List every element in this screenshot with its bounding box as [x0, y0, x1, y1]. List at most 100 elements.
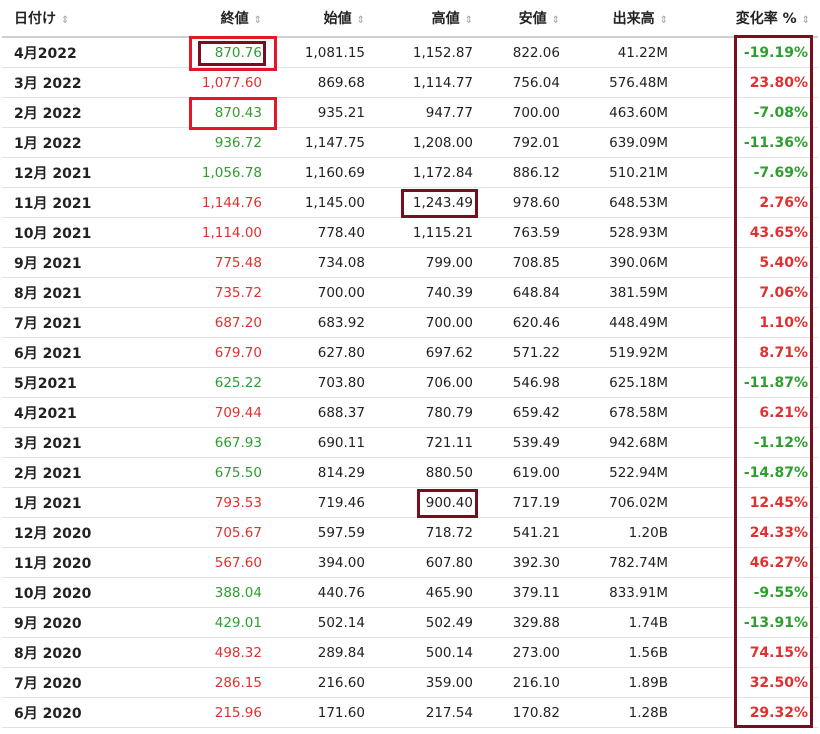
cell-change: -14.87% — [676, 457, 818, 488]
cell-date: 1月 2022 — [2, 127, 167, 158]
cell-high: 799.00 — [373, 247, 481, 278]
cell-volume: 510.21M — [568, 157, 676, 188]
table-row: 7月 2020 286.15 216.60 359.00 216.10 1.89B 32.5… — [2, 667, 818, 698]
sort-icon: ⇕ — [464, 15, 473, 26]
cell-close: 1,056.78 — [167, 157, 270, 188]
cell-volume: 625.18M — [568, 367, 676, 398]
cell-date: 12月 2021 — [2, 157, 167, 188]
cell-volume: 678.58M — [568, 397, 676, 428]
cell-date: 8月 2020 — [2, 637, 167, 668]
table-row: 2月 2022 870.43 935.21 947.77 700.00 463.60M -7… — [2, 97, 818, 128]
cell-date: 8月 2021 — [2, 277, 167, 308]
cell-open: 683.92 — [270, 307, 373, 338]
table-row: 3月 2021 667.93 690.11 721.11 539.49 942.68M -1… — [2, 427, 818, 458]
table-row: 4月2021 709.44 688.37 780.79 659.42 678.58M 6.2… — [2, 397, 818, 428]
cell-low: 546.98 — [481, 367, 568, 398]
cell-close: 429.01 — [167, 607, 270, 638]
cell-volume: 463.60M — [568, 97, 676, 128]
cell-open: 869.68 — [270, 67, 373, 98]
cell-high: 465.90 — [373, 577, 481, 608]
cell-high: 1,208.00 — [373, 127, 481, 158]
header-close[interactable]: 終値 ⇕ — [167, 0, 270, 38]
header-change[interactable]: 変化率 % ⇕ — [676, 0, 818, 38]
cell-open: 1,147.75 — [270, 127, 373, 158]
cell-low: 792.01 — [481, 127, 568, 158]
table-row: 7月 2021 687.20 683.92 700.00 620.46 448.49M 1.… — [2, 307, 818, 338]
cell-close: 870.76 — [167, 37, 270, 68]
cell-close: 870.43 — [167, 97, 270, 128]
cell-open: 216.60 — [270, 667, 373, 698]
cell-date: 5月2021 — [2, 367, 167, 398]
cell-open: 719.46 — [270, 487, 373, 518]
cell-close: 679.70 — [167, 337, 270, 368]
table-row: 1月 2022 936.72 1,147.75 1,208.00 792.01 639.0… — [2, 127, 818, 158]
cell-change: -7.08% — [676, 97, 818, 128]
cell-low: 539.49 — [481, 427, 568, 458]
cell-low: 886.12 — [481, 157, 568, 188]
cell-low: 329.88 — [481, 607, 568, 638]
cell-date: 6月 2020 — [2, 697, 167, 728]
cell-low: 659.42 — [481, 397, 568, 428]
cell-change: 43.65% — [676, 217, 818, 248]
cell-low: 978.60 — [481, 187, 568, 218]
cell-high: 1,152.87 — [373, 37, 481, 68]
cell-high: 721.11 — [373, 427, 481, 458]
cell-close: 735.72 — [167, 277, 270, 308]
cell-change: 29.32% — [676, 697, 818, 728]
cell-low: 717.19 — [481, 487, 568, 518]
cell-change: -1.12% — [676, 427, 818, 458]
cell-change: 8.71% — [676, 337, 818, 368]
cell-volume: 528.93M — [568, 217, 676, 248]
table-row: 12月 2021 1,056.78 1,160.69 1,172.84 886.12 51… — [2, 157, 818, 188]
cell-volume: 576.48M — [568, 67, 676, 98]
header-high[interactable]: 高値 ⇕ — [373, 0, 481, 38]
cell-close: 625.22 — [167, 367, 270, 398]
cell-date: 10月 2021 — [2, 217, 167, 248]
cell-low: 541.21 — [481, 517, 568, 548]
cell-change: 2.76% — [676, 187, 818, 218]
cell-high: 500.14 — [373, 637, 481, 668]
cell-change: -11.87% — [676, 367, 818, 398]
table-row: 11月 2021 1,144.76 1,145.00 1,243.49 978.60 64… — [2, 187, 818, 218]
cell-low: 700.00 — [481, 97, 568, 128]
cell-high: 900.40 — [373, 487, 481, 518]
cell-open: 700.00 — [270, 277, 373, 308]
cell-date: 3月 2021 — [2, 427, 167, 458]
cell-low: 620.46 — [481, 307, 568, 338]
cell-high: 607.80 — [373, 547, 481, 578]
cell-high: 780.79 — [373, 397, 481, 428]
table-row: 5月2021 625.22 703.80 706.00 546.98 625.18M -11… — [2, 367, 818, 398]
table-row: 3月 2022 1,077.60 869.68 1,114.77 756.04 576.4… — [2, 67, 818, 98]
table-row: 10月 2021 1,114.00 778.40 1,115.21 763.59 528.… — [2, 217, 818, 248]
cell-date: 7月 2020 — [2, 667, 167, 698]
table-row: 2月 2021 675.50 814.29 880.50 619.00 522.94M -1… — [2, 457, 818, 488]
cell-date: 3月 2022 — [2, 67, 167, 98]
cell-volume: 1.20B — [568, 517, 676, 548]
sort-icon: ⇕ — [659, 15, 668, 26]
cell-open: 688.37 — [270, 397, 373, 428]
header-open[interactable]: 始値 ⇕ — [270, 0, 373, 38]
cell-open: 171.60 — [270, 697, 373, 728]
cell-date: 1月 2021 — [2, 487, 167, 518]
cell-high: 718.72 — [373, 517, 481, 548]
cell-change: 74.15% — [676, 637, 818, 668]
cell-change: 1.10% — [676, 307, 818, 338]
cell-low: 648.84 — [481, 277, 568, 308]
cell-open: 703.80 — [270, 367, 373, 398]
cell-high: 359.00 — [373, 667, 481, 698]
header-low[interactable]: 安値 ⇕ — [481, 0, 568, 38]
table-row: 1月 2021 793.53 719.46 900.40 717.19 706.02M 12… — [2, 487, 818, 518]
cell-high: 502.49 — [373, 607, 481, 638]
cell-change: -7.69% — [676, 157, 818, 188]
cell-close: 1,144.76 — [167, 187, 270, 218]
table-row: 9月 2020 429.01 502.14 502.49 329.88 1.74B -13.… — [2, 607, 818, 638]
header-date[interactable]: 日付け ⇕ — [2, 0, 167, 38]
header-volume[interactable]: 出来高 ⇕ — [568, 0, 676, 38]
cell-volume: 639.09M — [568, 127, 676, 158]
cell-low: 170.82 — [481, 697, 568, 728]
cell-date: 2月 2022 — [2, 97, 167, 128]
cell-change: -13.91% — [676, 607, 818, 638]
cell-volume: 390.06M — [568, 247, 676, 278]
cell-date: 10月 2020 — [2, 577, 167, 608]
price-history-table: 日付け ⇕ 終値 ⇕ 始値 ⇕ 高値 ⇕ 安値 ⇕ 出来高 ⇕ 変化率 % ⇕ 4月2022 8… — [2, 0, 818, 728]
